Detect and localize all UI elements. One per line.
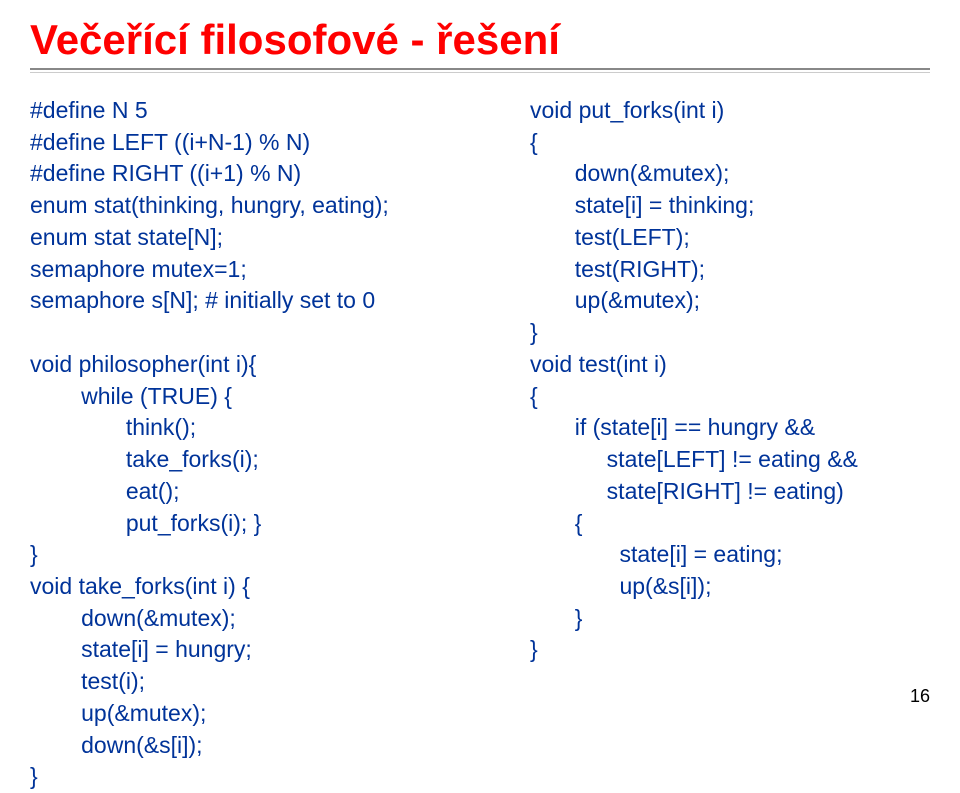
content-area: #define N 5 #define LEFT ((i+N-1) % N) #… xyxy=(30,95,930,793)
slide-title: Večeřící filosofové - řešení xyxy=(30,16,930,64)
right-code-block: void put_forks(int i) { down(&mutex); st… xyxy=(530,95,930,793)
left-code-block: #define N 5 #define LEFT ((i+N-1) % N) #… xyxy=(30,95,500,793)
slide-container: Večeřící filosofové - řešení #define N 5… xyxy=(0,0,960,721)
page-number: 16 xyxy=(910,686,930,707)
title-underline xyxy=(30,68,930,73)
